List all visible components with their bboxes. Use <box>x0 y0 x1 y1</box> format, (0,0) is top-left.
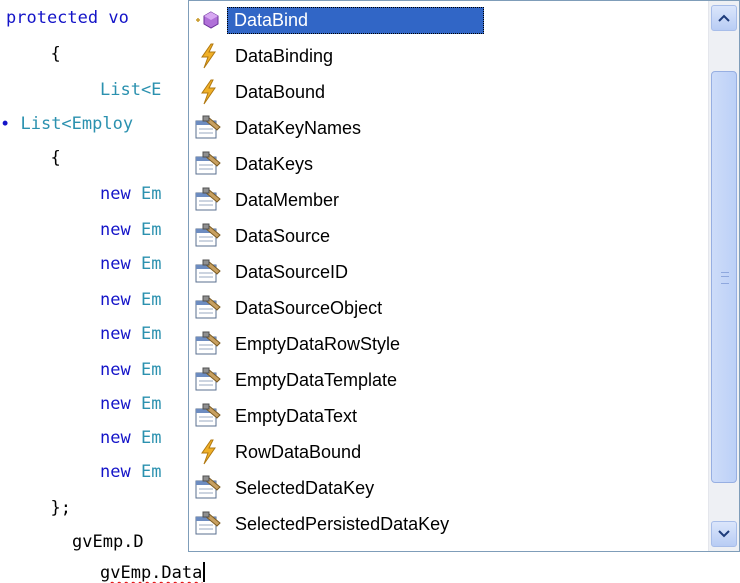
text-caret <box>203 562 206 582</box>
completion-item-label: DataBind <box>227 6 484 34</box>
completion-list[interactable]: DataBind DataBinding DataBound DataKeyNames… <box>189 1 709 551</box>
property-icon <box>193 221 223 251</box>
property-icon <box>193 113 223 143</box>
code-line-new-4: new Em <box>100 290 161 310</box>
property-icon <box>193 365 223 395</box>
property-icon <box>193 509 223 539</box>
keyword-new: new <box>100 254 131 274</box>
completion-item-label: DataSource <box>235 225 331 246</box>
code-line-new-3: new Em <box>100 254 161 274</box>
keyword-new: new <box>100 324 131 344</box>
type-employee-fragment: Em <box>140 184 162 204</box>
completion-item-label: RowDataBound <box>235 441 362 462</box>
type-list-employee-fragment: List<Employ <box>20 114 134 134</box>
completion-item[interactable]: DataKeys <box>193 147 705 181</box>
keyword-new: new <box>100 428 131 448</box>
property-icon <box>193 149 223 179</box>
code-line-3: List<E <box>100 80 161 100</box>
completion-item-label: DataKeys <box>235 153 314 174</box>
code-line-new-1: new Em <box>100 184 161 204</box>
type-employee-fragment: Em <box>140 428 162 448</box>
keyword-fragment: vo <box>98 8 129 28</box>
completion-item[interactable]: DataSourceID <box>193 255 705 289</box>
completion-item-label: EmptyDataTemplate <box>235 369 398 390</box>
type-employee-fragment: Em <box>140 360 162 380</box>
keyword-new: new <box>100 220 131 240</box>
code-line-previous: gvEmp.D <box>72 532 144 552</box>
intellisense-popup[interactable]: DataBind DataBinding DataBound DataKeyNames… <box>188 0 740 552</box>
keyword-new: new <box>100 184 131 204</box>
completion-item-label: DataBound <box>235 81 326 102</box>
completion-item[interactable]: DataMember <box>193 183 705 217</box>
code-line-new-8: new Em <box>100 428 161 448</box>
keyword-protected: protected <box>6 8 99 28</box>
method-icon <box>193 5 223 35</box>
completion-item-label: EmptyDataRowStyle <box>235 333 401 354</box>
scrollbar[interactable] <box>708 1 739 551</box>
code-line-new-7: new Em <box>100 394 161 414</box>
type-employee-fragment: Em <box>140 254 162 274</box>
property-icon <box>193 185 223 215</box>
code-line-new-9: new Em <box>100 462 161 482</box>
scroll-thumb[interactable] <box>711 71 737 483</box>
collapse-marker-icon: ∙ <box>0 114 21 134</box>
typed-text: gvEmp.Data <box>100 563 203 583</box>
completion-item[interactable]: DataSourceObject <box>193 291 705 325</box>
type-list-fragment: List<E <box>100 80 162 100</box>
type-employee-fragment: Em <box>140 324 162 344</box>
completion-item-label: DataMember <box>235 189 340 210</box>
chevron-down-icon <box>718 530 730 538</box>
completion-item-label: SelectedPersistedDataKey <box>235 513 450 534</box>
completion-item[interactable]: EmptyDataTemplate <box>193 363 705 397</box>
scroll-down-button[interactable] <box>711 521 737 547</box>
keyword-new: new <box>100 462 131 482</box>
completion-item[interactable]: DataBound <box>193 75 705 109</box>
property-icon <box>193 293 223 323</box>
completion-item[interactable]: DataSource <box>193 219 705 253</box>
property-icon <box>193 473 223 503</box>
code-line-new-2: new Em <box>100 220 161 240</box>
event-icon <box>193 437 223 467</box>
code-line-5: { <box>30 148 61 168</box>
type-employee-fragment: Em <box>140 462 162 482</box>
type-employee-fragment: Em <box>140 220 162 240</box>
grip-icon <box>721 272 729 284</box>
code-line-current[interactable]: gvEmp.Data <box>100 562 206 583</box>
completion-item-label: EmptyDataText <box>235 405 358 426</box>
completion-item-label: DataKeyNames <box>235 117 362 138</box>
type-employee-fragment: Em <box>140 290 162 310</box>
completion-item-label: DataSourceObject <box>235 297 383 318</box>
code-line-new-6: new Em <box>100 360 161 380</box>
property-icon <box>193 329 223 359</box>
completion-item[interactable]: SelectedPersistedDataKey <box>193 507 705 541</box>
code-line-1: protected vo <box>6 8 129 28</box>
completion-item[interactable]: DataBinding <box>193 39 705 73</box>
code-line-new-5: new Em <box>100 324 161 344</box>
keyword-new: new <box>100 394 131 414</box>
event-icon <box>193 41 223 71</box>
code-line-close: }; <box>30 498 71 518</box>
property-icon <box>193 401 223 431</box>
completion-item[interactable]: DataBind <box>193 3 705 37</box>
completion-item-label: SelectedDataKey <box>235 477 375 498</box>
scroll-up-button[interactable] <box>711 5 737 31</box>
completion-item[interactable]: EmptyDataText <box>193 399 705 433</box>
completion-item[interactable]: RowDataBound <box>193 435 705 469</box>
completion-item-label: DataSourceID <box>235 261 349 282</box>
keyword-new: new <box>100 290 131 310</box>
completion-item[interactable]: SelectedDataKey <box>193 471 705 505</box>
event-icon <box>193 77 223 107</box>
completion-item-label: DataBinding <box>235 45 334 66</box>
completion-item[interactable]: EmptyDataRowStyle <box>193 327 705 361</box>
chevron-up-icon <box>718 14 730 22</box>
property-icon <box>193 257 223 287</box>
completion-item[interactable]: DataKeyNames <box>193 111 705 145</box>
code-line-4: ∙ List<Employ <box>0 114 133 134</box>
keyword-new: new <box>100 360 131 380</box>
code-line-2: { <box>30 44 61 64</box>
type-employee-fragment: Em <box>140 394 162 414</box>
